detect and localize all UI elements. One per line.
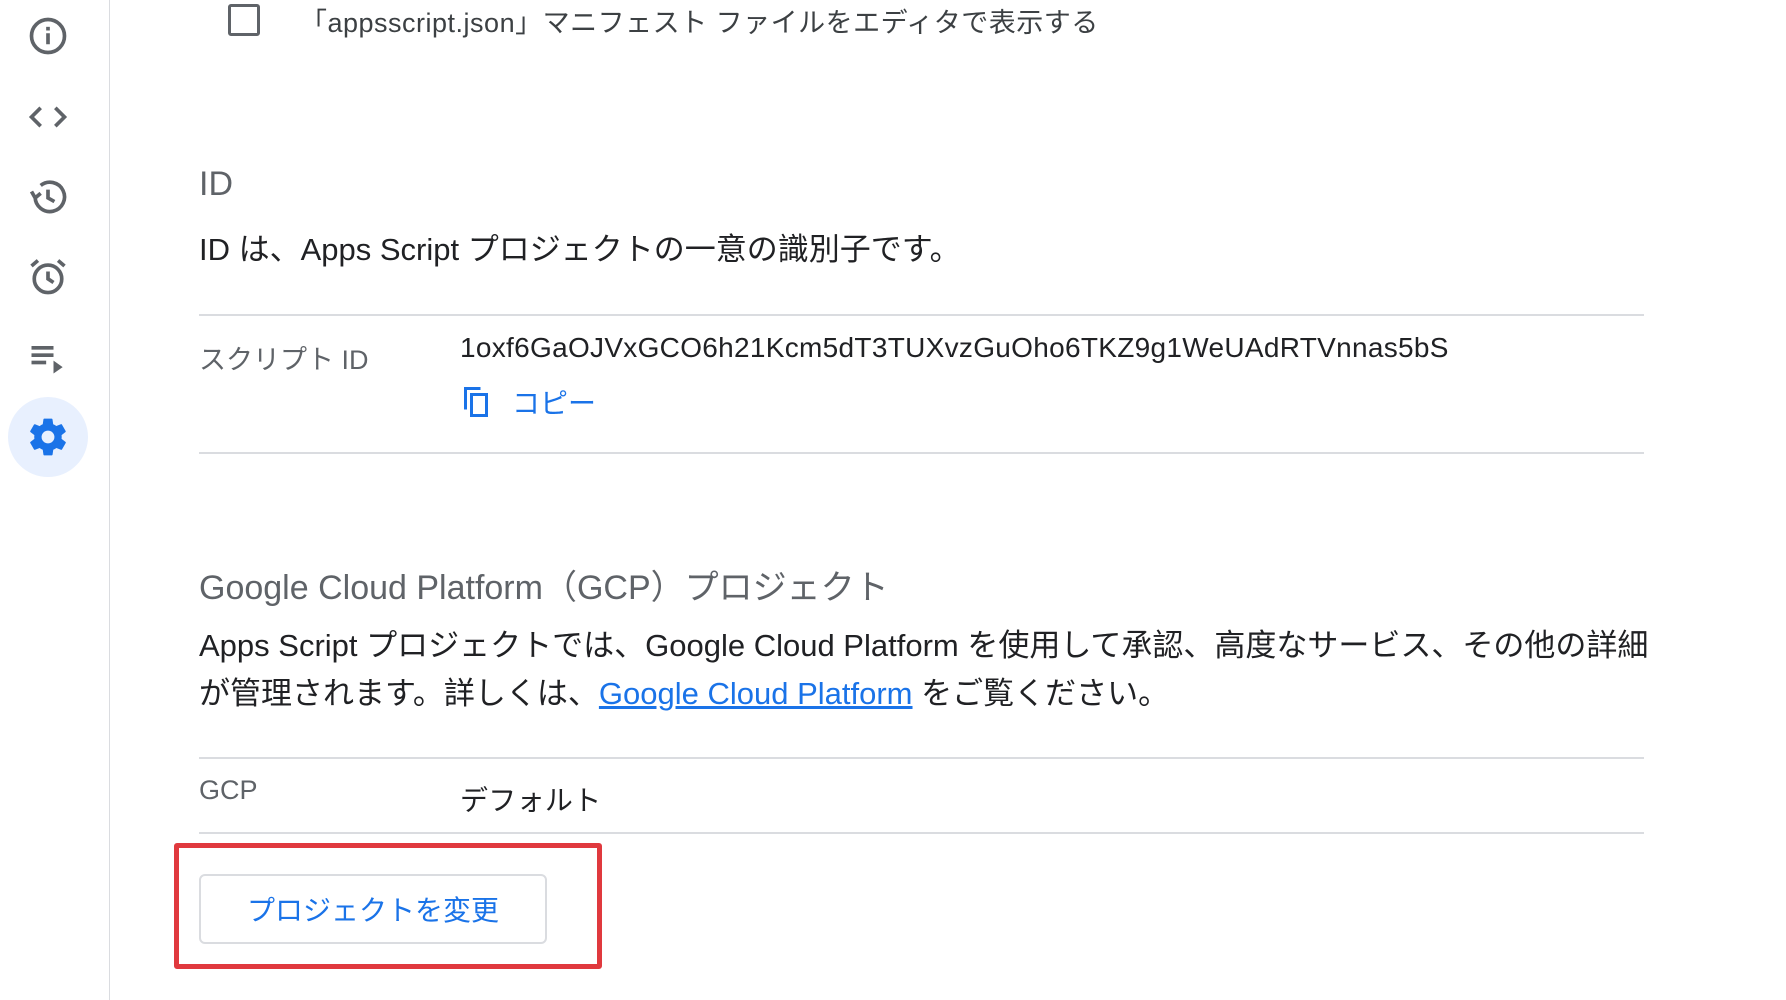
playlist-play-icon: [31, 346, 63, 374]
nav-triggers[interactable]: [8, 237, 88, 317]
history-icon: [29, 180, 67, 214]
nav-project-settings[interactable]: [8, 397, 88, 477]
script-id-label: スクリプト ID: [199, 345, 369, 375]
copy-icon: [464, 387, 488, 417]
copy-button[interactable]: コピー: [458, 380, 596, 424]
gcp-description-tail: をご覧ください。: [912, 676, 1170, 711]
settings-panel: 「appsscript.json」マニフェスト ファイルをエディタで表示する I…: [110, 0, 1786, 1000]
divider: [199, 757, 1644, 759]
divider: [199, 832, 1644, 834]
change-project-button[interactable]: プロジェクトを変更: [199, 874, 547, 944]
nav-history[interactable]: [8, 157, 88, 237]
left-nav-rail: [0, 0, 110, 1000]
code-icon: [28, 106, 68, 128]
info-icon: [29, 17, 67, 55]
script-id-value: 1oxf6GaOJVxGCO6h21Kcm5dT3TUXvzGuOho6TKZ9…: [460, 332, 1449, 363]
gear-icon: [30, 418, 66, 456]
id-section-description: ID は、Apps Script プロジェクトの一意の識別子です。: [199, 232, 961, 267]
alarm-icon: [30, 259, 66, 295]
gcp-docs-link[interactable]: Google Cloud Platform: [599, 676, 913, 711]
divider: [199, 452, 1644, 454]
id-section-title: ID: [199, 165, 233, 203]
nav-editor[interactable]: [8, 77, 88, 157]
manifest-checkbox[interactable]: [228, 4, 260, 36]
gcp-section-description: Apps Script プロジェクトでは、Google Cloud Platfo…: [199, 622, 1649, 718]
copy-label: コピー: [512, 388, 597, 419]
gcp-label: GCP: [199, 775, 258, 805]
nav-executions[interactable]: [8, 317, 88, 397]
nav-overview[interactable]: [8, 0, 88, 76]
gcp-section-title: Google Cloud Platform（GCP）プロジェクト: [199, 569, 889, 607]
divider: [199, 314, 1644, 316]
manifest-checkbox-label: 「appsscript.json」マニフェスト ファイルをエディタで表示する: [300, 7, 1099, 38]
manifest-checkbox-row[interactable]: 「appsscript.json」マニフェスト ファイルをエディタで表示する: [228, 0, 1099, 40]
gcp-value: デフォルト: [460, 785, 602, 816]
